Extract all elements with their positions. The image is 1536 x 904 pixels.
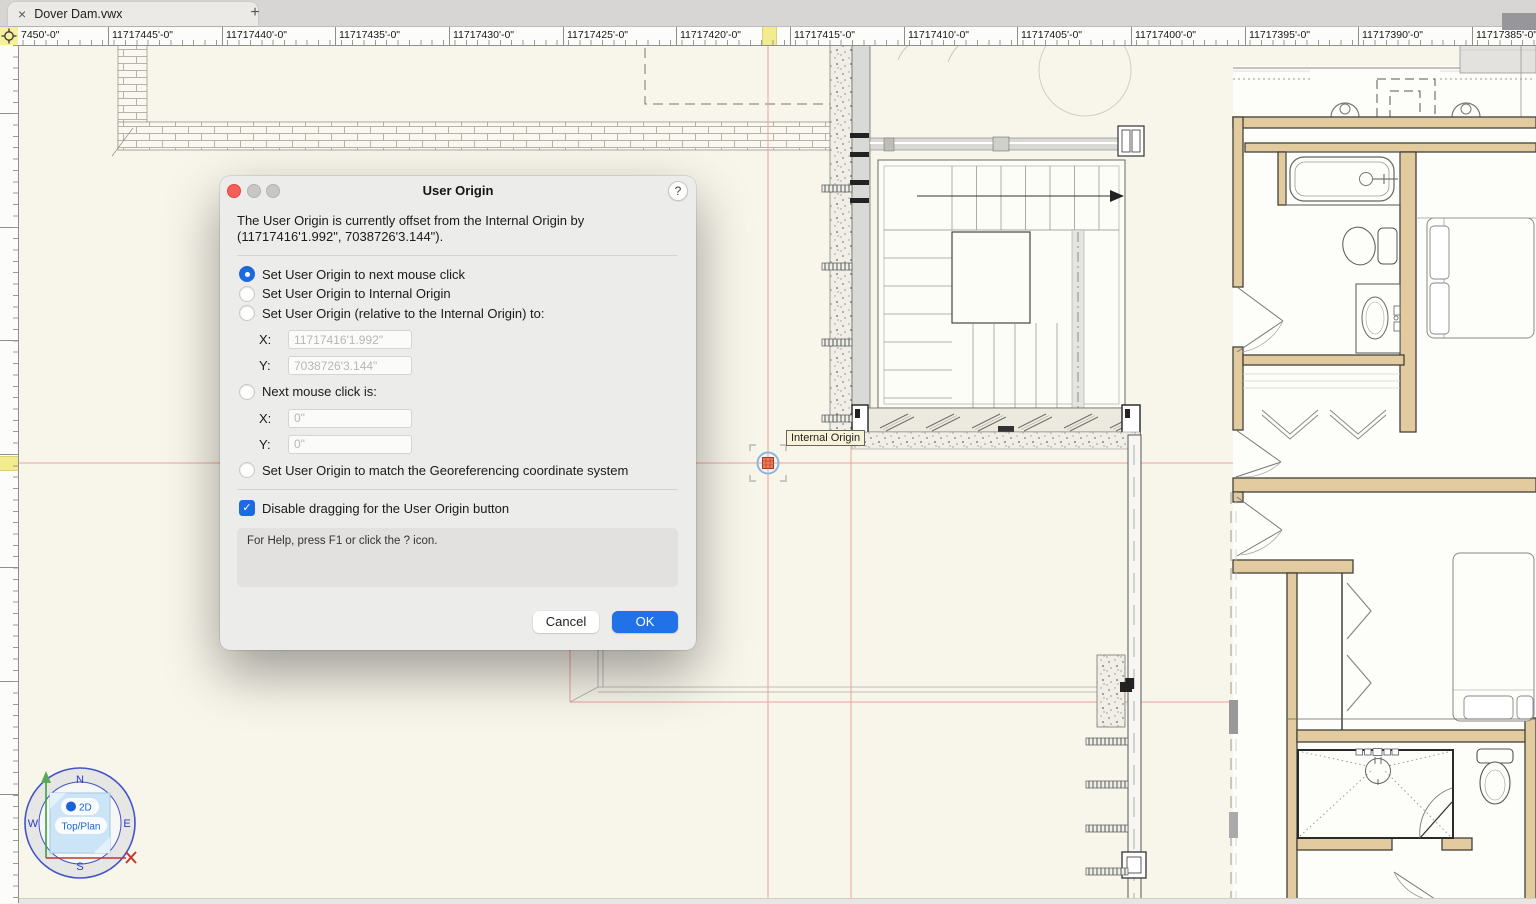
ruler-origin-corner-button[interactable] [0,26,18,45]
compass-north-label: N [76,774,84,786]
relative-x-input[interactable] [288,330,412,349]
help-button[interactable]: ? [668,181,688,201]
radio-set-origin-georeferencing[interactable]: Set User Origin to match the Georeferenc… [239,461,678,481]
2d-mode-dot-icon [66,802,76,812]
horizontal-ruler-origin-highlight [762,26,777,45]
cancel-button[interactable]: Cancel [533,611,599,633]
radio-label: Set User Origin to next mouse click [262,267,465,282]
h-ruler-label: 11717400'-0" [1131,26,1196,45]
h-ruler-label: 7450'-0" [18,26,59,45]
v-ruler-label: 7038710'-0" [0,45,18,114]
radio-label: Set User Origin to Internal Origin [262,286,451,301]
user-origin-dialog: User Origin ? The User Origin is current… [220,176,696,650]
help-text-box: For Help, press F1 or click the ? icon. [237,528,678,587]
compass-view-label: Top/Plan [62,822,101,833]
next-click-y-input[interactable] [288,435,412,454]
next-click-y-field-row: Y: [259,435,678,454]
x-axis-cross-icon [126,852,136,863]
radio-button-icon[interactable] [239,286,255,302]
radio-button-icon[interactable] [239,305,255,321]
compass-mode-label: 2D [79,803,92,814]
dialog-buttons: Cancel OK [533,611,678,633]
offset-message-line2: (11717416'1.992", 7038726'3.144"). [237,229,443,244]
disable-dragging-checkbox[interactable]: ✓ [239,500,255,516]
compass-east-label: E [123,818,130,830]
radio-label: Set User Origin to match the Georeferenc… [262,463,628,478]
checkbox-label: Disable dragging for the User Origin but… [262,501,509,516]
y-field-label: Y: [259,358,288,373]
h-ruler-label: 11717430'-0" [449,26,514,45]
v-ruler-label: 7038745'-0" [0,795,18,903]
relative-x-field-row: X: [259,330,678,349]
tab-title: Dover Dam.vwx [34,7,122,21]
x-field-label: X: [259,411,288,426]
compass-west-label: W [28,818,39,830]
h-ruler-label: 11717435'-0" [335,26,400,45]
separator [237,255,678,256]
compass-south-label: S [76,861,83,873]
offset-message-line1: The User Origin is currently offset from… [237,213,584,228]
radio-set-origin-internal-origin[interactable]: Set User Origin to Internal Origin [239,284,678,304]
radio-next-mouse-click-is[interactable]: Next mouse click is: [239,382,678,402]
new-tab-button[interactable]: + [238,0,272,26]
canvas-bottom-edge [18,898,1536,904]
h-ruler-label: 11717410'-0" [904,26,969,45]
internal-origin-label: Internal Origin [786,430,865,446]
h-ruler-label: 11717425'-0" [563,26,628,45]
view-compass-widget[interactable]: N E S W 2D Top/Plan [14,758,146,895]
origin-crosshair-icon [1,28,17,44]
v-ruler-label: 7038725'-0" [0,341,18,455]
h-ruler-label: 11717390'-0" [1358,26,1423,45]
radio-button-icon[interactable] [239,462,255,478]
v-ruler-label: 7038735'-0" [0,568,18,682]
tab-close-icon[interactable]: × [18,7,26,21]
v-ruler-label: 7038730'-0" [0,454,18,568]
relative-y-input[interactable] [288,356,412,375]
radio-button-icon[interactable] [239,384,255,400]
vertical-ruler: 7038710'-0"7038715'-0"7038720'-0"7038725… [0,45,19,903]
horizontal-ruler: 7450'-0" 11717445'-0" 11717440'-0" 11717435… [0,26,1536,46]
h-ruler-label: 11717405'-0" [1017,26,1082,45]
dialog-body: The User Origin is currently offset from… [220,206,696,650]
offset-message: The User Origin is currently offset from… [237,213,678,246]
next-click-x-field-row: X: [259,409,678,428]
ok-button[interactable]: OK [612,611,678,633]
h-ruler-label: 11717420'-0" [676,26,741,45]
h-ruler-label: 11717440'-0" [222,26,287,45]
v-ruler-label: 7038720'-0" [0,227,18,341]
dialog-title: User Origin [220,176,696,206]
y-field-label: Y: [259,437,288,452]
disable-dragging-row[interactable]: ✓ Disable dragging for the User Origin b… [239,499,678,517]
radio-set-origin-relative[interactable]: Set User Origin (relative to the Interna… [239,304,678,324]
radio-button-icon[interactable] [239,266,255,282]
x-field-label: X: [259,332,288,347]
h-ruler-label: 11717415'-0" [790,26,855,45]
separator [237,489,678,490]
v-ruler-label: 7038740'-0" [0,681,18,795]
h-ruler-label: 11717395'-0" [1245,26,1310,45]
radio-label: Set User Origin (relative to the Interna… [262,306,545,321]
v-ruler-label: 7038715'-0" [0,114,18,228]
document-tab[interactable]: × Dover Dam.vwx [8,2,258,26]
h-ruler-label: 11717445'-0" [108,26,173,45]
relative-y-field-row: Y: [259,356,678,375]
dialog-titlebar: User Origin ? [220,176,696,206]
window-corner-fragment [1502,13,1536,30]
next-click-x-input[interactable] [288,409,412,428]
radio-set-origin-next-mouse-click[interactable]: Set User Origin to next mouse click [239,265,678,285]
document-tab-bar: × Dover Dam.vwx + [0,0,1536,27]
radio-label: Next mouse click is: [262,384,377,399]
